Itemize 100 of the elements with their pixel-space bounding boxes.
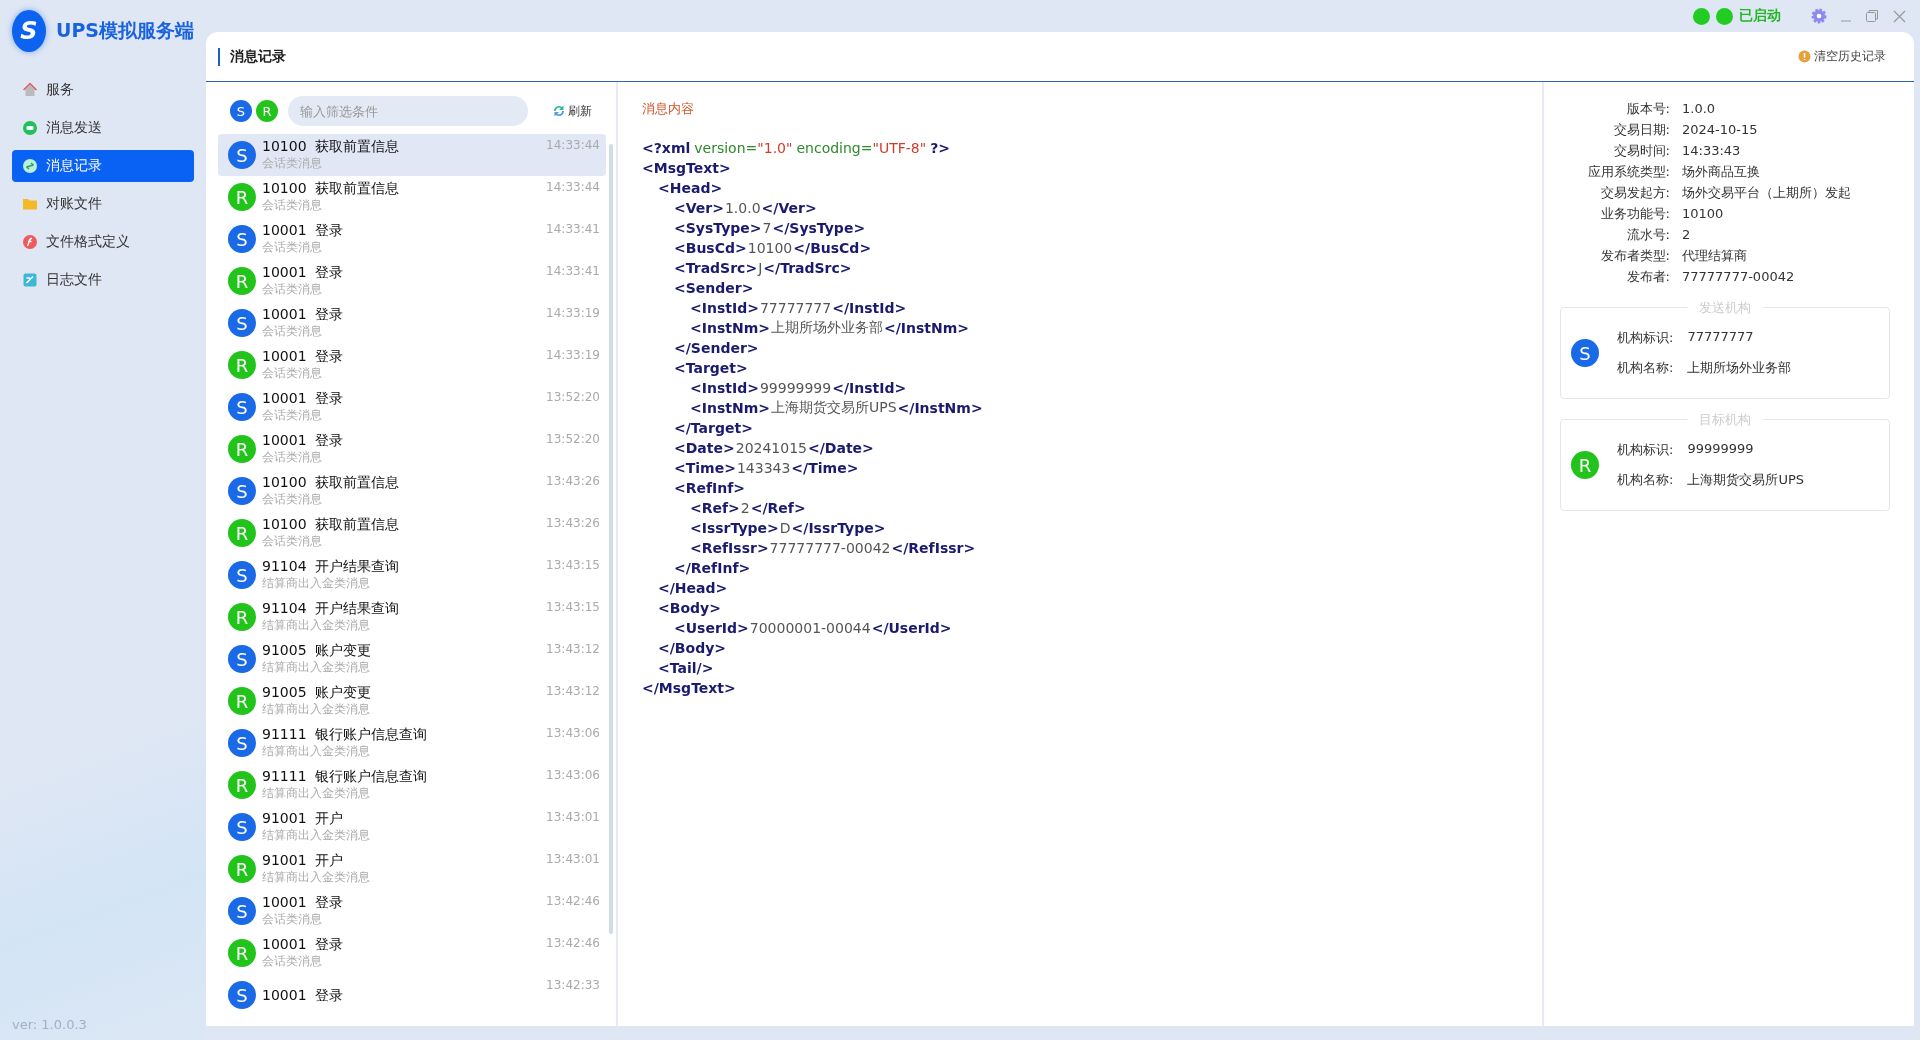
message-category: 会话类消息 [262,197,323,214]
message-item[interactable]: S 10001 登录 会话类消息 14:33:19 [218,302,606,344]
refresh-button[interactable]: 刷新 [546,101,598,121]
xml-tag: </Head> [658,580,728,596]
message-title: 获取前置信息 [314,180,399,197]
xml-declaration-part: <?xml [642,140,691,156]
xml-tag: <TradSrc> [674,260,758,276]
sidebar-item[interactable]: 日志文件 [12,264,194,296]
message-avatar: R [228,939,256,967]
message-avatar: S [228,141,256,169]
message-item[interactable]: R 10001 登录 会话类消息 14:33:41 [218,260,606,302]
message-item[interactable]: R 10100 获取前置信息 会话类消息 14:33:44 [218,176,606,218]
message-avatar: S [228,897,256,925]
sidebar-item[interactable]: 服务 [12,74,194,106]
field-label: 流水号: [1625,225,1670,244]
message-item[interactable]: S 91001 开户 结算商出入金类消息 13:43:01 [218,806,606,848]
message-item[interactable]: S 10001 登录 会话类消息 14:33:41 [218,218,606,260]
message-item[interactable]: S 10100 获取前置信息 会话类消息 14:33:44 [218,134,606,176]
message-category: 会话类消息 [262,365,323,382]
message-item[interactable]: S 91005 账户变更 结算商出入金类消息 13:43:12 [218,638,606,680]
message-code: 91005 [262,642,307,659]
close-icon [1893,9,1906,23]
message-avatar: S [228,393,256,421]
xml-declaration-part: version= [694,140,758,156]
clear-history-button[interactable]: 清空历史记录 [1792,47,1892,66]
app-title: UPS模拟服务端 [55,18,194,43]
message-avatar: S [228,645,256,673]
xml-tag: </Target> [674,420,753,436]
xml-tag: </Ver> [761,200,817,216]
message-time: 14:33:19 [546,306,600,320]
message-code: 10001 [262,222,307,239]
home-icon [22,82,38,98]
message-avatar: R [228,687,256,715]
message-item[interactable]: S 10100 获取前置信息 会话类消息 13:43:26 [218,470,606,512]
log-icon [22,272,38,288]
sidebar-item[interactable]: 消息发送 [12,112,194,144]
sidebar-item[interactable]: 文件格式定义 [12,226,194,258]
message-item[interactable]: R 10001 登录 会话类消息 13:52:20 [218,428,606,470]
xml-value: 10100 [746,240,794,256]
xml-value: 77777777-00042 [768,540,892,556]
sidebar-item[interactable]: 对账文件 [12,188,194,220]
field-label: 应用系统类型: [1586,162,1670,181]
filter-chip[interactable]: S [230,100,252,122]
sidebar-item[interactable]: 消息记录 [12,150,194,182]
message-category: 结算商出入金类消息 [262,701,371,718]
field-label: 发布者: [1625,267,1670,286]
field-label: 交易日期: [1612,120,1670,139]
field-label: 机构标识: [1617,329,1674,347]
settings-icon [1811,8,1827,24]
swap-icon [22,158,38,174]
restore-icon [1865,9,1879,23]
message-category: 会话类消息 [262,911,323,928]
message-item[interactable]: R 10001 登录 会话类消息 13:42:46 [218,932,606,974]
message-item[interactable]: S 10001 登录 会话类消息 13:42:46 [218,890,606,932]
message-item[interactable]: R 10001 登录 会话类消息 14:33:19 [218,344,606,386]
message-code: 91111 [262,726,307,743]
message-avatar: R [228,603,256,631]
message-item[interactable]: R 10100 获取前置信息 会话类消息 13:43:26 [218,512,606,554]
message-item[interactable]: S 10001 登录 会话类消息 13:52:20 [218,386,606,428]
message-item[interactable]: S 91111 银行账户信息查询 结算商出入金类消息 13:43:06 [218,722,606,764]
xml-tag: <Head> [658,180,723,196]
message-title: 获取前置信息 [314,474,399,491]
message-item[interactable]: S 91104 开户结果查询 结算商出入金类消息 13:43:15 [218,554,606,596]
message-title: 开户结果查询 [314,558,399,575]
message-category: 会话类消息 [262,449,323,466]
message-category: 会话类消息 [262,533,323,550]
message-time: 13:42:46 [546,936,600,950]
field-value: 14:33:43 [1682,143,1741,158]
field-label: 业务功能号: [1599,204,1670,223]
scrollbar-thumb[interactable] [609,144,613,934]
xml-value: 77777777 [758,300,833,316]
xml-declaration-part: ?> [930,140,951,156]
xml-tag: </InstNm> [883,320,970,336]
field-value: 代理结算商 [1682,246,1747,265]
message-title: 登录 [314,348,343,365]
message-time: 13:42:46 [546,894,600,908]
message-avatar: R [228,267,256,295]
message-avatar: R [228,519,256,547]
xml-tag: <RefInf> [674,480,746,496]
message-item[interactable]: S 10001 登录 13:42:33 [218,974,606,1016]
message-title: 登录 [314,306,343,323]
message-avatar: R [228,771,256,799]
message-category: 会话类消息 [262,953,323,970]
message-time: 13:43:12 [546,642,600,656]
field-value: 99999999 [1687,441,1754,458]
message-category: 会话类消息 [262,407,323,424]
xml-value: 上海期货交易所UPS [769,399,898,417]
filter-field[interactable]: 输入筛选条件 [288,96,528,126]
message-time: 13:43:06 [546,726,600,740]
field-value: 10100 [1682,206,1724,221]
field-value: 2024-10-15 [1682,122,1758,137]
institution-avatar: S [1571,339,1599,367]
message-code: 10001 [262,986,307,1004]
message-category: 结算商出入金类消息 [262,617,371,634]
message-title: 登录 [314,986,343,1004]
xml-declaration-part: encoding= [796,140,873,156]
message-time: 13:52:20 [546,432,600,446]
message-category: 会话类消息 [262,281,323,298]
xml-tag: </InstId> [832,300,907,316]
message-avatar: S [228,225,256,253]
